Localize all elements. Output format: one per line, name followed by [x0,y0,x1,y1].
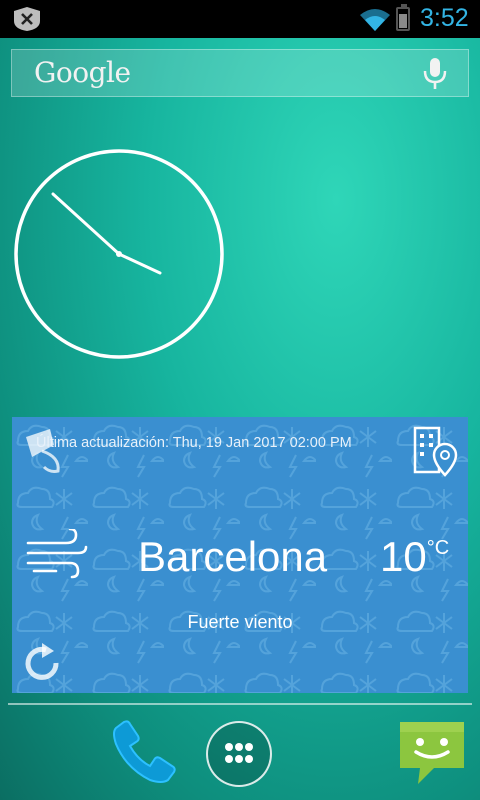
last-updated-text: Última actualización: Thu, 19 Jan 2017 0… [36,435,352,451]
messaging-icon[interactable] [396,718,468,790]
google-logo: Google [34,56,131,89]
clock-minute-hand [51,192,121,256]
status-time: 3:52 [420,4,469,32]
clock-hour-hand [117,252,162,275]
wind-icon [26,529,88,579]
phone-icon[interactable] [108,718,180,786]
google-search-bar[interactable]: Google [11,49,469,97]
location-building-icon[interactable] [412,425,458,477]
weather-city: Barcelona [138,533,328,580]
temperature-unit: °C [426,537,450,559]
app-drawer-icon [225,743,253,763]
status-bar: 3:52 [0,0,480,38]
notification-x-icon[interactable] [12,7,42,31]
battery-icon [396,4,410,31]
dock-divider [8,703,472,705]
microphone-icon[interactable] [420,57,450,91]
wifi-icon [360,9,390,31]
weather-temperature: 10°C [380,533,450,580]
weather-widget[interactable]: Última actualización: Thu, 19 Jan 2017 0… [12,417,468,693]
weather-condition: Fuerte viento [187,612,293,632]
refresh-icon[interactable] [20,641,64,685]
analog-clock-widget[interactable] [13,148,225,360]
app-drawer-button[interactable] [206,721,272,787]
